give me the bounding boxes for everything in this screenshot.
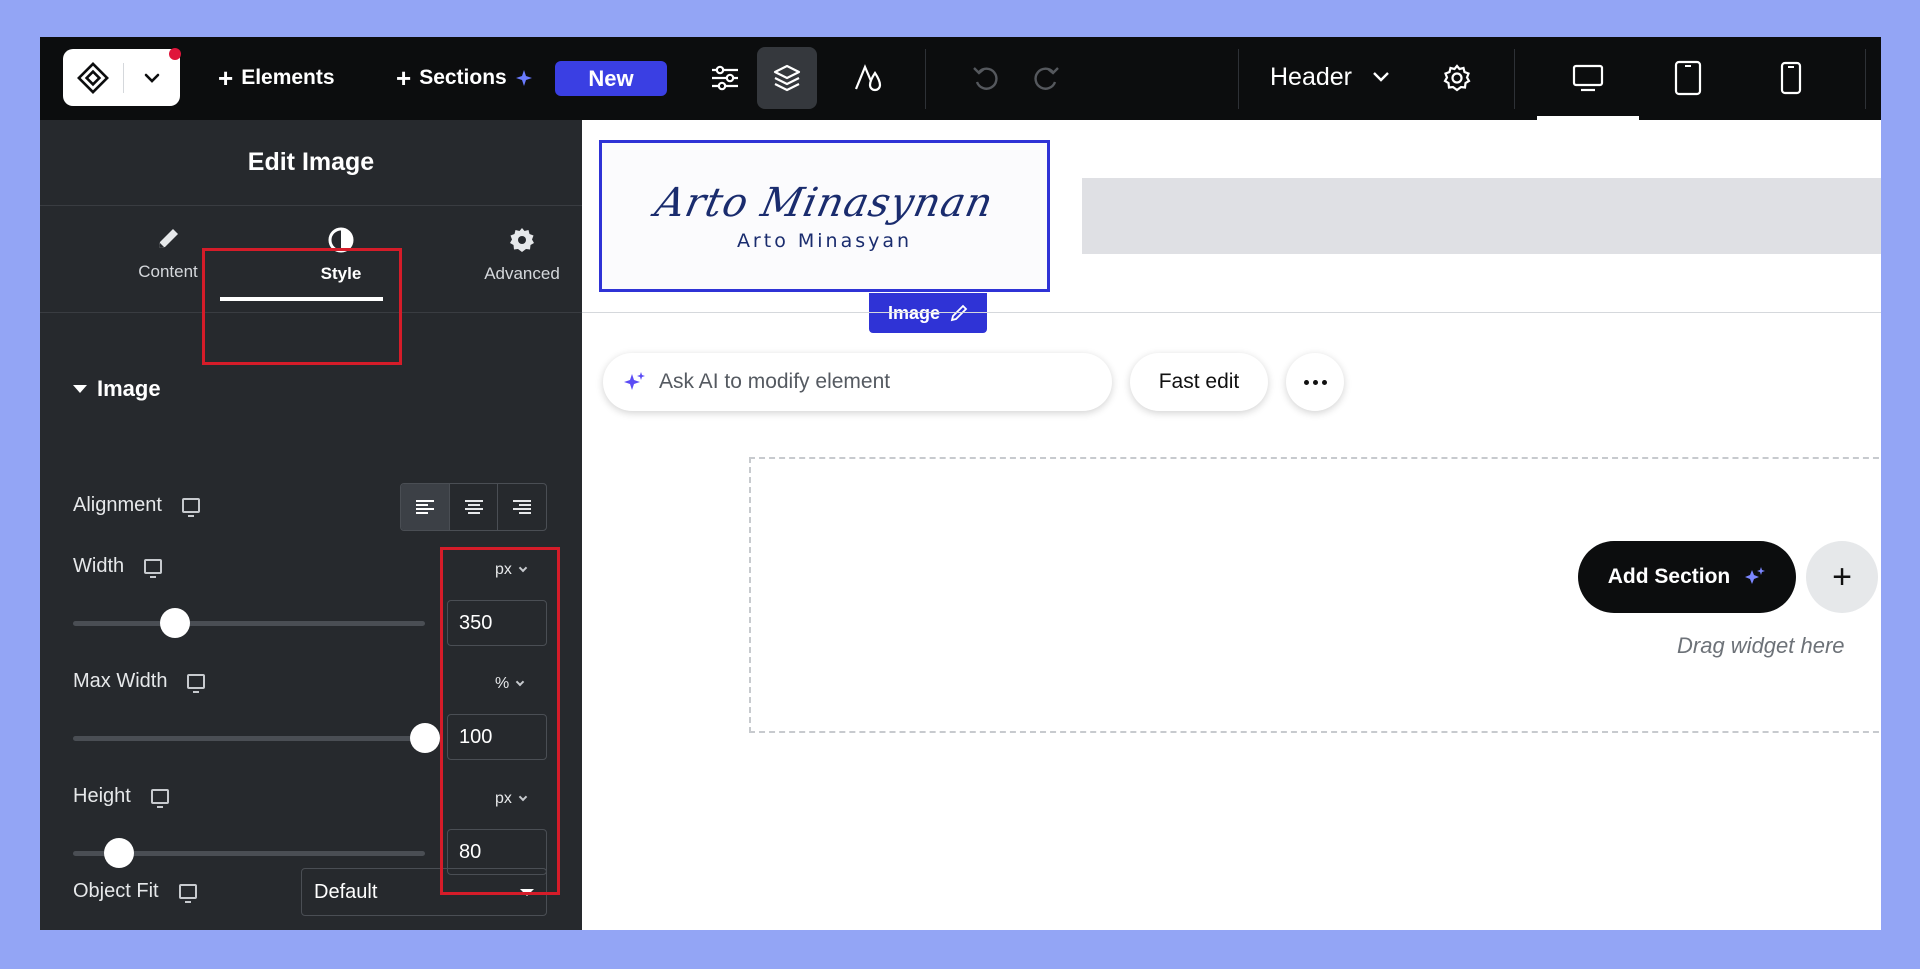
- page-dropdown[interactable]: Header: [1270, 57, 1390, 97]
- undo-icon[interactable]: [957, 47, 1017, 109]
- page-dropdown-label: Header: [1270, 62, 1352, 91]
- toolbar-divider: [1865, 49, 1866, 109]
- theme-style-icon[interactable]: [840, 47, 900, 109]
- add-elements-button[interactable]: + Elements: [218, 61, 335, 95]
- width-control-label: Width: [73, 555, 163, 578]
- align-right-icon: [513, 500, 532, 514]
- alignment-label: Alignment: [73, 494, 162, 516]
- sparkle-icon: [515, 70, 532, 86]
- image-section-toggle[interactable]: Image: [73, 376, 161, 402]
- ellipsis-icon: [1303, 379, 1309, 385]
- object-fit-control-label: Object Fit: [73, 880, 197, 903]
- drag-widget-hint: Drag widget here: [1677, 633, 1845, 658]
- plus-icon: +: [218, 63, 234, 93]
- toolbar-divider: [925, 49, 926, 109]
- new-badge: New: [555, 61, 667, 96]
- ellipsis-icon: [1312, 379, 1318, 385]
- add-sections-button[interactable]: + Sections: [396, 61, 533, 95]
- desktop-responsive-icon[interactable]: [144, 559, 163, 578]
- width-label: Width: [73, 555, 125, 577]
- align-center-icon: [464, 500, 483, 514]
- height-slider-knob[interactable]: [104, 838, 134, 868]
- align-center-button[interactable]: [450, 484, 499, 530]
- more-options-button[interactable]: [1286, 353, 1344, 411]
- tab-content-label: Content: [138, 262, 198, 281]
- desktop-device-icon[interactable]: [1558, 47, 1618, 109]
- height-slider[interactable]: [73, 838, 425, 868]
- toolbar-divider: [1514, 49, 1515, 109]
- plus-icon: +: [396, 63, 412, 93]
- logo-name-text: Arto Minasyan: [736, 230, 913, 252]
- max-width-slider[interactable]: [73, 723, 440, 753]
- panel-title: Edit Image: [40, 120, 582, 206]
- style-tab-highlight: [202, 248, 402, 365]
- add-section-button[interactable]: Add Section: [1578, 541, 1796, 613]
- chevron-down-icon: [1373, 72, 1389, 82]
- max-width-label: Max Width: [73, 670, 168, 692]
- fast-edit-button[interactable]: Fast edit: [1130, 353, 1268, 411]
- ai-modify-input[interactable]: Ask AI to modify element: [603, 353, 1112, 411]
- align-left-icon: [415, 500, 434, 514]
- mobile-device-icon[interactable]: [1761, 47, 1821, 109]
- max-width-slider-knob[interactable]: [410, 723, 440, 753]
- toolbar-divider: [1238, 49, 1239, 109]
- ai-sparkle-icon: [624, 372, 645, 390]
- alignment-control-label: Alignment: [73, 494, 200, 517]
- top-bar: + Elements + Sections New Header: [40, 37, 1881, 120]
- height-control-label: Height: [73, 785, 169, 808]
- site-menu-button[interactable]: [63, 48, 181, 106]
- ai-input-placeholder: Ask AI to modify element: [659, 370, 891, 393]
- editor-panel: Edit Image Content Style Advanced Image …: [40, 120, 582, 930]
- desktop-responsive-icon[interactable]: [178, 884, 197, 903]
- site-settings-sliders-icon[interactable]: [695, 47, 755, 109]
- sparkle-icon: [1745, 567, 1766, 584]
- gear-icon: [510, 228, 534, 252]
- add-section-label: Add Section: [1607, 565, 1731, 588]
- header-placeholder-bar: [1082, 178, 1881, 254]
- object-fit-label: Object Fit: [73, 880, 159, 902]
- tab-advanced-label: Advanced: [484, 264, 560, 283]
- image-tag-label: Image: [887, 302, 941, 323]
- ellipsis-icon: [1321, 379, 1327, 385]
- tablet-device-icon[interactable]: [1658, 47, 1718, 109]
- object-fit-value: Default: [314, 880, 378, 903]
- section-divider: [582, 312, 1881, 313]
- pencil-icon: [159, 229, 178, 248]
- section-title: Image: [97, 376, 161, 401]
- tab-advanced[interactable]: Advanced: [442, 226, 602, 284]
- notification-dot: [169, 48, 181, 60]
- dimension-inputs-highlight: [440, 547, 560, 895]
- logo-script-text: Arto Minasynan: [651, 180, 998, 226]
- pencil-icon: [950, 304, 968, 322]
- elements-label: Elements: [241, 66, 335, 89]
- align-right-button[interactable]: [498, 484, 546, 530]
- width-slider-knob[interactable]: [160, 608, 190, 638]
- sections-label: Sections: [419, 66, 507, 89]
- align-left-button[interactable]: [401, 484, 450, 530]
- preview-canvas: Arto Minasynan Arto Minasyan Image Ask A…: [582, 120, 1881, 930]
- desktop-responsive-icon[interactable]: [187, 674, 206, 693]
- redo-icon[interactable]: [1015, 47, 1075, 109]
- image-widget-tag[interactable]: Image: [869, 293, 987, 333]
- page-settings-gear-icon[interactable]: [1427, 47, 1487, 109]
- elementor-logo-icon: [63, 49, 123, 106]
- structure-layers-icon[interactable]: [757, 47, 817, 109]
- desktop-responsive-icon[interactable]: [150, 789, 169, 808]
- desktop-responsive-icon[interactable]: [181, 498, 200, 517]
- max-width-control-label: Max Width: [73, 670, 206, 693]
- alignment-button-group: [400, 483, 547, 531]
- editor-window: + Elements + Sections New Header Edit Im…: [40, 37, 1881, 930]
- add-container-plus-icon[interactable]: +: [1806, 541, 1878, 613]
- width-slider[interactable]: [73, 608, 425, 638]
- image-widget[interactable]: Arto Minasynan Arto Minasyan: [599, 140, 1050, 292]
- height-label: Height: [73, 785, 131, 807]
- caret-down-icon: [73, 385, 87, 393]
